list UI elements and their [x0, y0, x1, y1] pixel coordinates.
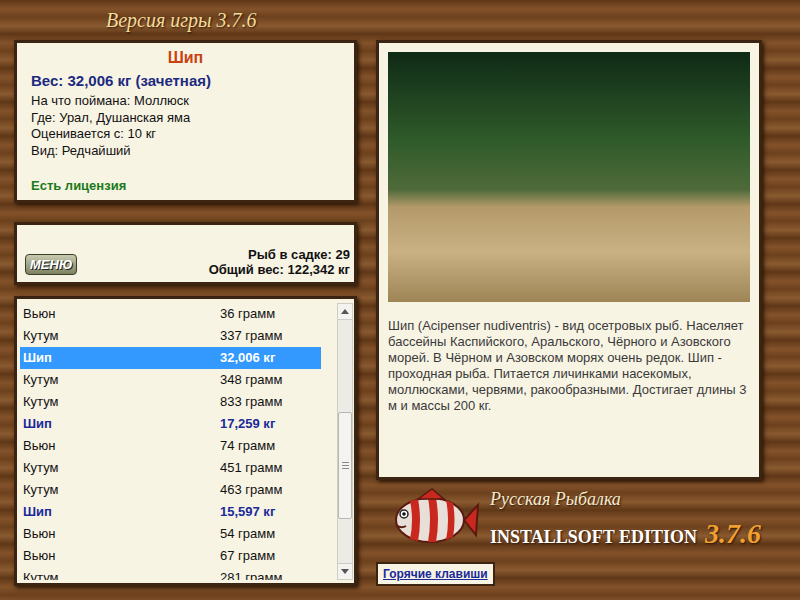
catch-name: Кутум — [20, 370, 220, 390]
fish-detail: Где: Урал, Душанская яма — [31, 110, 340, 127]
catch-weight: 17,259 кг — [220, 414, 275, 434]
scroll-thumb[interactable] — [338, 412, 352, 519]
fish-detail: Оценивается с: 10 кг — [31, 126, 340, 143]
left-column: Версия игры 3.7.6 Шип Вес: 32,006 кг (зач… — [14, 0, 357, 600]
catch-row-content: Кутум451 грамм — [20, 458, 321, 478]
scroll-up-icon[interactable] — [338, 304, 352, 320]
catch-name: Вьюн — [20, 436, 220, 456]
catch-row-content: Шип17,259 кг — [20, 414, 321, 434]
catch-weight: 15,597 кг — [220, 502, 275, 522]
menu-button[interactable]: МЕНЮ — [25, 254, 77, 275]
license-status: Есть лицензия — [31, 178, 340, 194]
catch-row[interactable]: Кутум463 грамм — [20, 479, 321, 501]
catch-row-content: Вьюн67 грамм — [20, 546, 321, 566]
keepnet-summary: Рыб в садке: 29Общий вес: 122,342 кг — [209, 247, 350, 277]
catch-weight: 74 грамм — [220, 436, 275, 456]
catch-weight: 451 грамм — [220, 458, 282, 478]
catch-row[interactable]: Вьюн54 грамм — [20, 523, 321, 545]
catch-name: Кутум — [20, 568, 220, 580]
keepnet-count: Рыб в садке: 29 — [248, 247, 350, 262]
fish-photo — [388, 52, 750, 302]
catch-weight: 337 грамм — [220, 326, 282, 346]
catch-weight: 54 грамм — [220, 524, 275, 544]
catch-row-content: Кутум337 грамм — [20, 326, 321, 346]
fish-name: Шип — [31, 48, 340, 68]
catch-row[interactable]: Кутум348 грамм — [20, 369, 321, 391]
hotkeys-button[interactable]: Горячие клавиши — [376, 562, 495, 586]
catch-name: Шип — [20, 348, 220, 368]
catch-row-content: Вьюн74 грамм — [20, 436, 321, 456]
catch-name: Кутум — [20, 458, 220, 478]
catch-row[interactable]: Шип32,006 кг — [20, 347, 321, 369]
game-screen: Версия игры 3.7.6 Шип Вес: 32,006 кг (зач… — [0, 0, 800, 600]
version-title: Версия игры 3.7.6 — [14, 0, 357, 40]
catch-name: Вьюн — [20, 546, 220, 566]
catch-name: Шип — [20, 414, 220, 434]
right-column: Шип (Acipenser nudiventris) - вид осетро… — [376, 0, 786, 600]
fish-description: Шип (Acipenser nudiventris) - вид осетро… — [388, 318, 748, 414]
catch-row-content: Вьюн54 грамм — [20, 524, 321, 544]
game-logo: Русская Рыбалка INSTALLSOFT EDITION 3.7.… — [376, 480, 786, 560]
catch-name: Кутум — [20, 326, 220, 346]
catch-row-content: Вьюн36 грамм — [20, 304, 321, 324]
scroll-down-icon[interactable] — [338, 563, 352, 579]
catch-row[interactable]: Кутум281 грамм — [20, 567, 321, 580]
catch-row[interactable]: Вьюн74 грамм — [20, 435, 321, 457]
catch-name: Вьюн — [20, 304, 220, 324]
catch-row[interactable]: Вьюн36 грамм — [20, 303, 321, 325]
catch-list[interactable]: Вьюн36 граммКутум337 граммШип32,006 кгКу… — [20, 303, 321, 580]
catch-weight: 32,006 кг — [220, 348, 275, 368]
catch-row[interactable]: Кутум337 грамм — [20, 325, 321, 347]
keepnet-total: Общий вес: 122,342 кг — [209, 262, 350, 277]
catch-row[interactable]: Кутум451 грамм — [20, 457, 321, 479]
catch-name: Вьюн — [20, 524, 220, 544]
catch-row-content: Шип32,006 кг — [20, 348, 321, 368]
fish-weight: Вес: 32,006 кг (зачетная) — [31, 72, 340, 90]
catch-weight: 36 грамм — [220, 304, 275, 324]
keepnet-panel: МЕНЮ Рыб в садке: 29Общий вес: 122,342 кг — [14, 222, 357, 285]
catch-weight: 348 грамм — [220, 370, 282, 390]
catch-name: Кутум — [20, 392, 220, 412]
fish-details: На что поймана: МоллюскГде: Урал, Душанс… — [31, 93, 340, 159]
catch-row-content: Кутум348 грамм — [20, 370, 321, 390]
catch-weight: 833 грамм — [220, 392, 282, 412]
catch-weight: 67 грамм — [220, 546, 275, 566]
fish-card: Шип Вес: 32,006 кг (зачетная) На что пойма… — [14, 40, 357, 203]
catch-name: Шип — [20, 502, 220, 522]
catch-row[interactable]: Кутум833 грамм — [20, 391, 321, 413]
scrollbar[interactable] — [337, 303, 353, 580]
fish-logo-icon — [388, 487, 480, 553]
catch-weight: 281 грамм — [220, 568, 282, 580]
catch-row-content: Шип15,597 кг — [20, 502, 321, 522]
info-panel: Шип (Acipenser nudiventris) - вид осетро… — [376, 40, 762, 480]
fish-detail: На что поймана: Моллюск — [31, 93, 340, 110]
catch-row-content: Кутум463 грамм — [20, 480, 321, 500]
catch-row[interactable]: Шип15,597 кг — [20, 501, 321, 523]
catch-list-panel: Вьюн36 граммКутум337 граммШип32,006 кгКу… — [14, 296, 357, 586]
catch-weight: 463 грамм — [220, 480, 282, 500]
catch-row-content: Кутум833 грамм — [20, 392, 321, 412]
fish-detail: Вид: Редчайший — [31, 143, 340, 160]
catch-row[interactable]: Шип17,259 кг — [20, 413, 321, 435]
catch-name: Кутум — [20, 480, 220, 500]
catch-row-content: Кутум281 грамм — [20, 568, 321, 580]
catch-row[interactable]: Вьюн67 грамм — [20, 545, 321, 567]
